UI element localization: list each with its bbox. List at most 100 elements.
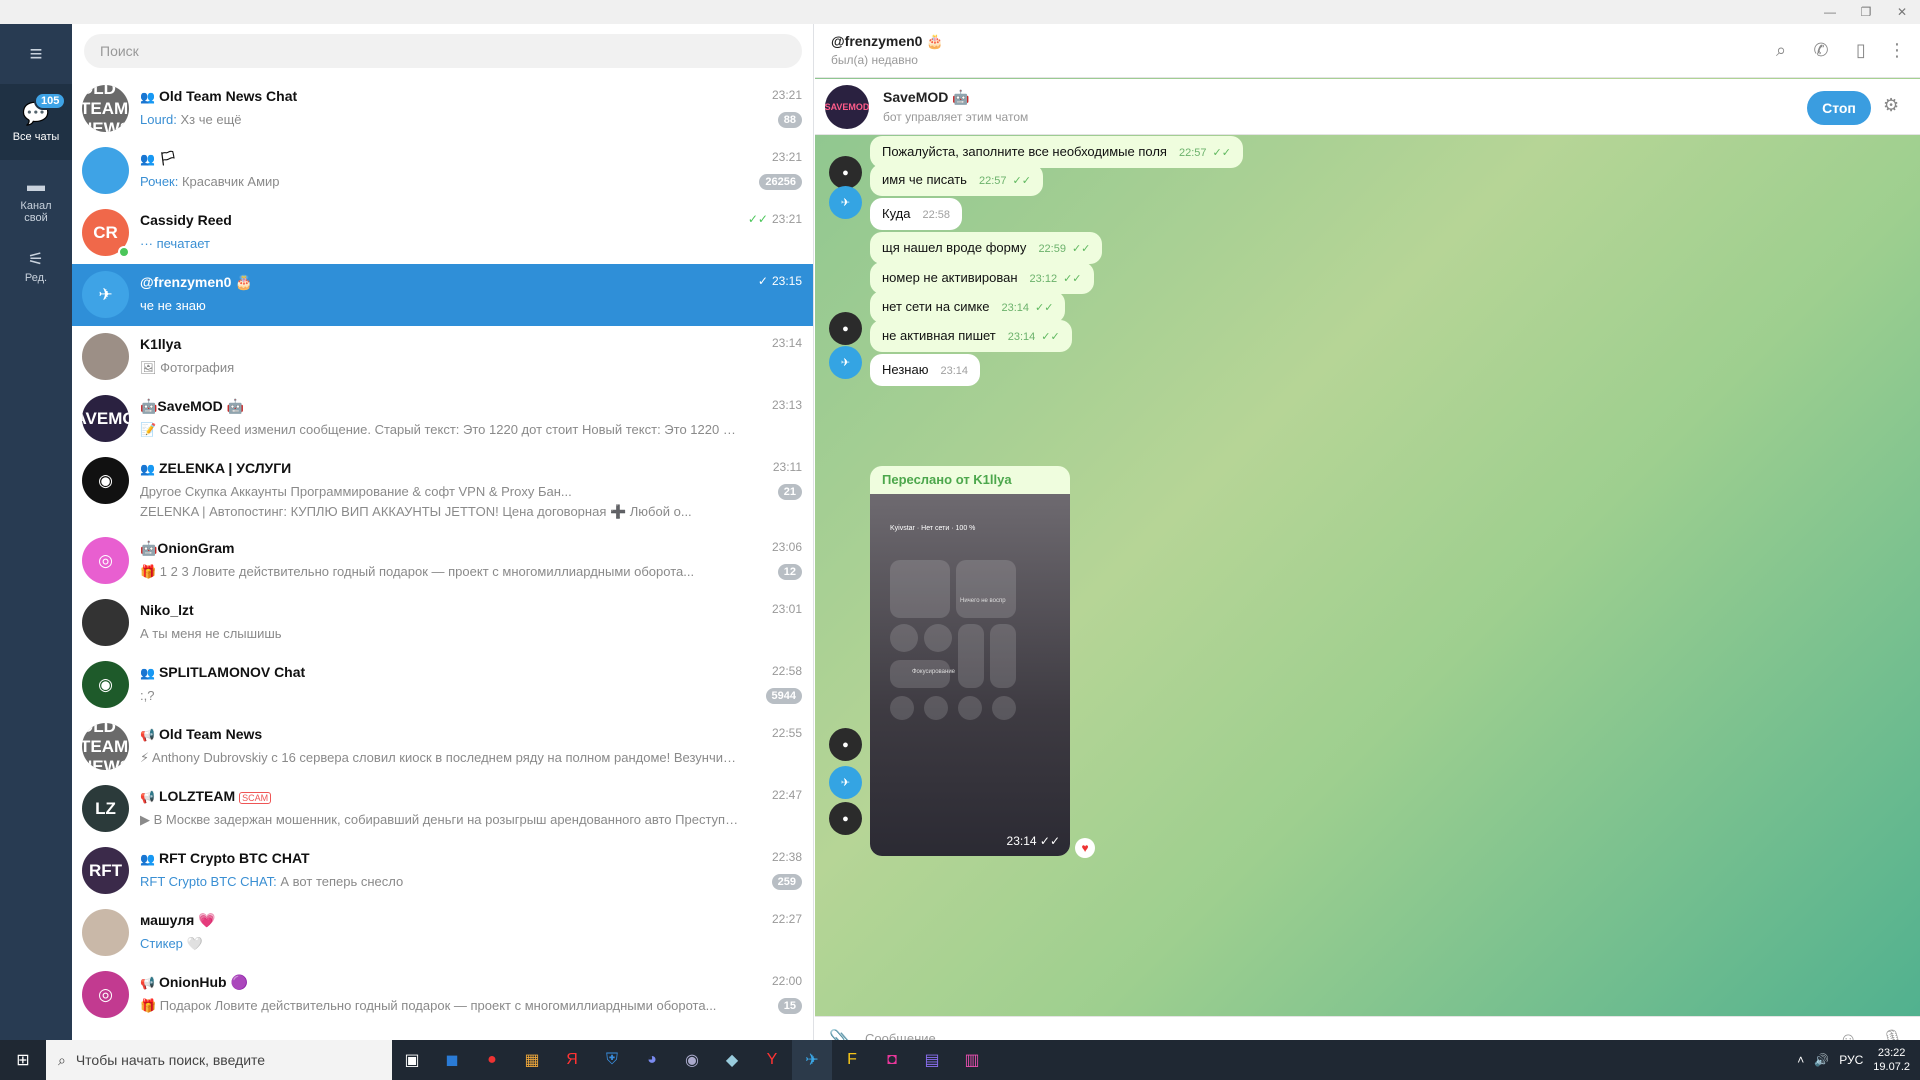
chat-time: 22:38	[772, 850, 802, 864]
settings-icon[interactable]: ⚙	[1883, 95, 1899, 116]
outgoing-message[interactable]: нет сети на симке 23:14 ✓✓	[870, 291, 1066, 323]
chat-avatar: SAVEMOD	[82, 395, 129, 442]
chat-list-item[interactable]: RFT 👥 RFT Crypto BTC CHAT 22:38 RFT Crypto B…	[72, 840, 813, 902]
chat-preview: Стикер 🤍	[140, 936, 740, 952]
app-icon[interactable]: ▦	[512, 1040, 552, 1080]
message-time: 22:57	[978, 175, 1007, 187]
yandex-browser-icon[interactable]: Y	[752, 1040, 792, 1080]
telegram-avatar-icon[interactable]: ✈	[829, 346, 862, 379]
menu-icon[interactable]: ≡	[0, 24, 72, 84]
chat-list-item[interactable]: K1llya 23:14 🖼 Фотография	[72, 326, 813, 388]
stop-button[interactable]: Стоп	[1807, 91, 1871, 125]
forwarded-message[interactable]: Переслано от K1llya Kyivstar · Нет сети …	[870, 466, 1070, 856]
not-playing-text: Ничего не воспр	[960, 598, 1006, 604]
chat-list-item[interactable]: ✈ @frenzymen0 🎂 ✓ 23:15 че не знаю	[72, 264, 813, 326]
sidebar-toggle-icon[interactable]: ▯	[1849, 38, 1873, 62]
chat-list-item[interactable]: ◉ 👥 SPLITLAMONOV Chat 22:58:,? 5944	[72, 654, 813, 716]
chat-list-item[interactable]: LZ 📢 LOLZTEAM SCAM 22:47 ▶ В Москве задержан …	[72, 778, 813, 840]
carrier-text: Kyivstar	[890, 525, 915, 532]
preview-sender: Рочек:	[140, 174, 179, 189]
read-check: ✓✓	[1012, 175, 1031, 187]
start-button[interactable]: ⊞	[0, 1040, 46, 1080]
chat-list-item[interactable]: OLD TEAM NEWS 📢 Old Team News 22:55 ⚡ Anthon…	[72, 716, 813, 778]
outgoing-message[interactable]: щя нашел вроде форму 22:59 ✓✓	[870, 232, 1103, 264]
message-time: 23:12	[1029, 273, 1058, 285]
folder-own-channel[interactable]: ▬ Канал свой	[0, 164, 72, 234]
calculator-icon	[924, 696, 948, 720]
task-view-icon[interactable]: ▣	[392, 1040, 432, 1080]
chat-time: 22:47	[772, 788, 802, 802]
message-area[interactable]: Пожалуйста, заполните все необходимые по…	[815, 136, 1920, 1016]
message-text: Куда	[882, 206, 911, 221]
shield-icon[interactable]: ⛨	[592, 1040, 632, 1080]
user-avatar[interactable]: ●	[829, 312, 862, 345]
phone-icon[interactable]: ✆	[1809, 38, 1833, 62]
notes-icon[interactable]: ◆	[712, 1040, 752, 1080]
chat-list-item[interactable]: SAVEMOD 🤖SaveMOD 🤖 23:13 📝 Cassidy Reed изм…	[72, 388, 813, 450]
steam-icon[interactable]: ◉	[672, 1040, 712, 1080]
chat-list-item[interactable]: 👥 🏳 23:21 Рочек: Красавчик Амир 26256	[72, 140, 813, 202]
preview-text: ··· печатает	[140, 236, 210, 251]
language-indicator[interactable]: РУС	[1839, 1053, 1863, 1067]
chat-list-item[interactable]: Niko_lzt 23:01 А ты меня не слышишь	[72, 592, 813, 654]
preview-text: ▶ В Москве задержан мошенник, собиравший…	[140, 812, 740, 827]
user-avatar[interactable]: ●	[829, 802, 862, 835]
incoming-message[interactable]: Куда 22:58	[870, 198, 962, 230]
outgoing-message[interactable]: имя че писать 22:57 ✓✓	[870, 164, 1043, 196]
user-avatar[interactable]: ●	[829, 728, 862, 761]
app-icon[interactable]: ▤	[912, 1040, 952, 1080]
chat-list-item[interactable]: CR Cassidy Reed ✓✓ 23:21 ··· печатает	[72, 202, 813, 264]
chat-preview: Lourd: Хз че ещё	[140, 112, 740, 127]
user-avatar[interactable]: ●	[829, 156, 862, 189]
chat-list: Поиск OLD TEAM NEWS 👥 Old Team News Chat 23…	[72, 24, 814, 1040]
preview-text: 🎁 Подарок Ловите действительно годный по…	[140, 998, 717, 1013]
folder-all-chats[interactable]: 💬 105 Все чаты	[0, 84, 72, 160]
yandex-icon[interactable]: Я	[552, 1040, 592, 1080]
chevron-up-icon[interactable]: ˄	[1797, 1053, 1804, 1067]
outgoing-message[interactable]: не активная пишет 23:14 ✓✓	[870, 320, 1072, 352]
restore-button[interactable]: ❐	[1848, 0, 1884, 24]
taskbar-search[interactable]: ⌕ Чтобы начать поиск, введите	[46, 1040, 392, 1080]
search-icon[interactable]: ⌕	[1769, 38, 1793, 62]
close-button[interactable]: ✕	[1884, 0, 1920, 24]
chat-list-item[interactable]: OLD TEAM NEWS 👥 Old Team News Chat 23:21 Lou…	[72, 78, 813, 140]
app-icon[interactable]: ▥	[952, 1040, 992, 1080]
chat-list-item[interactable]: ◎ 📢 OnionHub 🟣 22:00 🎁 Подарок Ловите действ…	[72, 964, 813, 1026]
chat-time: 23:14	[772, 336, 802, 350]
chat-list-item[interactable]: ◎ 🤖OnionGram 23:06 🎁 1 2 3 Ловите действите…	[72, 530, 813, 592]
telegram-avatar-icon[interactable]: ✈	[829, 766, 862, 799]
chat-name-text: 🤖OnionGram	[140, 540, 235, 556]
chat-time-text: 23:21	[771, 212, 802, 226]
forwarded-label: Переслано от K1llya	[882, 472, 1012, 487]
app-icon[interactable]: ◘	[872, 1040, 912, 1080]
chat-name: 📢 OnionHub 🟣	[140, 974, 248, 991]
chat-name: Niko_lzt	[140, 602, 194, 618]
volume-icon[interactable]: 🔊	[1814, 1053, 1829, 1067]
chat-list-item[interactable]: машуля 💗 22:27 Стикер 🤍	[72, 902, 813, 964]
outlook-icon[interactable]: ◼	[432, 1040, 472, 1080]
minimize-button[interactable]: —	[1812, 0, 1848, 24]
clock[interactable]: 23:22 19.07.2	[1873, 1046, 1910, 1074]
search-input[interactable]: Поиск	[84, 34, 802, 68]
outgoing-message[interactable]: номер не активирован 23:12 ✓✓	[870, 262, 1094, 294]
conversation-title[interactable]: @frenzymen0 🎂	[831, 33, 944, 50]
chat-name-text: Niko_lzt	[140, 602, 194, 618]
chat-preview: RFT Crypto BTC CHAT: А вот теперь снесло	[140, 874, 740, 889]
incoming-message[interactable]: Незнаю 23:14	[870, 354, 980, 386]
unread-count-badge: 26256	[759, 174, 802, 190]
app-icon[interactable]: ●	[472, 1040, 512, 1080]
chat-list-item[interactable]: ◉ 👥 ZELENKA | УСЛУГИ 23:11 Другое Скупка Акк…	[72, 450, 813, 530]
screenshot-image[interactable]: Kyivstar · Нет сети · 100 % Ничего не во…	[870, 494, 1070, 856]
camera-icon	[958, 696, 982, 720]
read-check: ✓✓	[1071, 243, 1091, 255]
more-icon[interactable]: ⋮	[1885, 38, 1909, 62]
chat-avatar	[82, 909, 129, 956]
app-icon[interactable]: F	[832, 1040, 872, 1080]
telegram-icon[interactable]: ✈	[792, 1040, 832, 1080]
heart-reaction-icon[interactable]: ♥	[1075, 838, 1095, 858]
unread-count-badge: 88	[777, 112, 802, 128]
telegram-avatar-icon[interactable]: ✈	[829, 186, 862, 219]
discord-icon[interactable]: ◕	[632, 1040, 672, 1080]
channel-icon: 📢	[140, 790, 155, 804]
folder-edit[interactable]: ⚟ Ред.	[0, 238, 72, 294]
